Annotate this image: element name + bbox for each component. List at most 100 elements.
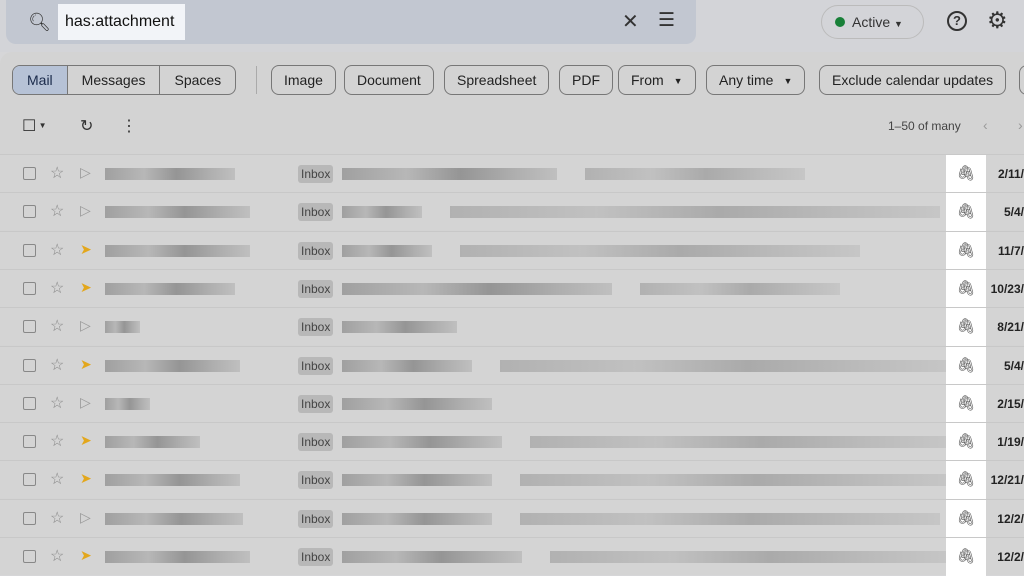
chip-label: Spreadsheet (457, 72, 537, 88)
subject-redacted (342, 244, 432, 257)
row-checkbox[interactable] (23, 205, 36, 219)
chip-pdf[interactable]: PDF (559, 65, 613, 95)
status-label: Active (852, 14, 891, 30)
chevron-down-icon: ▼ (783, 76, 793, 86)
sender-redacted (105, 359, 240, 372)
tab-messages[interactable]: Messages (68, 66, 161, 94)
next-page-icon[interactable]: › (1018, 117, 1023, 133)
refresh-icon[interactable]: ↻ (80, 116, 93, 136)
inbox-label: Inbox (298, 509, 334, 528)
star-icon[interactable]: ☆ (50, 393, 64, 413)
email-row[interactable]: ☆ ▷ Inbox 🖇︎ 5/4/ (0, 192, 1024, 232)
snippet-redacted (460, 244, 860, 257)
gear-icon[interactable]: ⚙ (987, 7, 1008, 34)
email-row[interactable]: ☆ ➤ Inbox 🖇︎ 12/21/ (0, 460, 1024, 500)
inbox-label: Inbox (298, 471, 334, 490)
snippet-redacted (640, 282, 840, 295)
importance-marker-icon[interactable]: ▷ (80, 509, 91, 526)
star-icon[interactable]: ☆ (50, 355, 64, 375)
search-icon[interactable]: 🔍︎ (28, 12, 51, 33)
snippet-redacted (550, 551, 950, 563)
search-options-icon[interactable]: ☰ (658, 9, 675, 32)
row-checkbox[interactable] (23, 243, 36, 257)
star-icon[interactable]: ☆ (50, 163, 64, 183)
subject-redacted (342, 512, 492, 525)
subject-redacted (342, 168, 557, 180)
email-row[interactable]: ☆ ➤ Inbox 🖇︎ 11/7/ (0, 230, 1024, 270)
email-row[interactable]: ☆ ▷ Inbox 🖇︎ 8/21/ (0, 307, 1024, 347)
star-icon[interactable]: ☆ (50, 240, 64, 260)
status-dropdown[interactable]: Active ▼ (821, 5, 924, 39)
importance-marker-icon[interactable]: ▷ (80, 202, 91, 219)
email-row[interactable]: ☆ ➤ Inbox 🖇︎ 5/4/ (0, 345, 1024, 385)
inbox-label: Inbox (298, 165, 334, 183)
sender-redacted (105, 168, 235, 180)
row-checkbox[interactable] (23, 358, 36, 372)
inbox-label: Inbox (298, 203, 334, 222)
pagination-text: 1–50 of many (888, 119, 961, 133)
email-date: 2/15/ (997, 396, 1024, 411)
chip-label: From (631, 72, 664, 88)
email-date: 12/2/ (997, 550, 1024, 564)
email-row[interactable]: ☆ ▷ Inbox 🖇︎ 12/2/ (0, 498, 1024, 538)
star-icon[interactable]: ☆ (50, 316, 64, 336)
importance-marker-icon[interactable]: ▷ (80, 394, 91, 411)
importance-marker-icon[interactable]: ➤ (80, 356, 92, 373)
chip-label: Exclude calendar updates (832, 72, 994, 88)
email-row[interactable]: ☆ ➤ Inbox 🖇︎ 10/23/ (0, 268, 1024, 308)
more-options-icon[interactable]: ⋮ (121, 116, 137, 136)
star-icon[interactable]: ☆ (50, 508, 64, 528)
importance-marker-icon[interactable]: ▷ (80, 164, 91, 181)
chip-from[interactable]: From ▼ (618, 65, 696, 95)
importance-marker-icon[interactable]: ▷ (80, 317, 91, 334)
sender-redacted (105, 321, 140, 334)
importance-marker-icon[interactable]: ➤ (80, 470, 92, 487)
email-date: 8/21/ (997, 320, 1024, 335)
chevron-down-icon: ▼ (673, 76, 683, 86)
email-row[interactable]: ☆ ➤ Inbox 🖇︎ 12/2/ (0, 537, 1024, 576)
select-all-checkbox[interactable]: ☐ ▼ (22, 116, 46, 136)
row-checkbox[interactable] (23, 167, 36, 180)
search-input[interactable]: has:attachment (58, 4, 185, 40)
star-icon[interactable]: ☆ (50, 431, 64, 451)
chip-spreadsheet[interactable]: Spreadsheet (444, 65, 550, 95)
row-checkbox[interactable] (23, 281, 36, 295)
email-row[interactable]: ☆ ▷ Inbox 🖇︎ 2/11/ (0, 154, 1024, 193)
email-date: 5/4/ (1003, 205, 1024, 220)
email-row[interactable]: ☆ ▷ Inbox 🖇︎ 2/15/ (0, 383, 1024, 423)
star-icon[interactable]: ☆ (50, 469, 64, 489)
chip-document[interactable]: Document (344, 65, 434, 95)
star-icon[interactable]: ☆ (50, 201, 64, 221)
help-icon[interactable]: ? (947, 11, 967, 31)
row-checkbox[interactable] (23, 473, 36, 487)
star-icon[interactable]: ☆ (50, 546, 64, 566)
clear-search-icon[interactable]: ✕ (622, 9, 639, 34)
email-date: 10/23/ (990, 281, 1024, 296)
row-checkbox[interactable] (23, 550, 36, 563)
chip-exclude-calendar[interactable]: Exclude calendar updates (819, 65, 1007, 95)
attachment-icon: 🖇︎ (946, 423, 986, 462)
chip-more[interactable] (1019, 65, 1024, 95)
importance-marker-icon[interactable]: ➤ (80, 241, 92, 258)
inbox-label: Inbox (298, 279, 334, 298)
tab-spaces[interactable]: Spaces (160, 66, 235, 94)
chip-image[interactable]: Image (271, 65, 336, 95)
inbox-label: Inbox (298, 548, 334, 566)
importance-marker-icon[interactable]: ➤ (80, 432, 92, 449)
row-checkbox[interactable] (23, 435, 36, 449)
snippet-redacted (530, 436, 950, 449)
importance-marker-icon[interactable]: ➤ (80, 547, 92, 564)
chip-any-time[interactable]: Any time ▼ (706, 65, 806, 95)
tab-mail[interactable]: Mail (13, 66, 68, 94)
prev-page-icon[interactable]: ‹ (983, 117, 988, 133)
email-date: 5/4/ (1003, 358, 1024, 373)
attachment-icon: 🖇︎ (946, 461, 986, 500)
star-icon[interactable]: ☆ (50, 278, 64, 298)
email-row[interactable]: ☆ ➤ Inbox 🖇︎ 1/19/ (0, 422, 1024, 462)
row-checkbox[interactable] (23, 511, 36, 525)
importance-marker-icon[interactable]: ➤ (80, 279, 92, 296)
row-checkbox[interactable] (23, 320, 36, 334)
chevron-down-icon: ▼ (36, 121, 47, 130)
chip-label: Any time (719, 72, 774, 88)
row-checkbox[interactable] (23, 396, 36, 410)
